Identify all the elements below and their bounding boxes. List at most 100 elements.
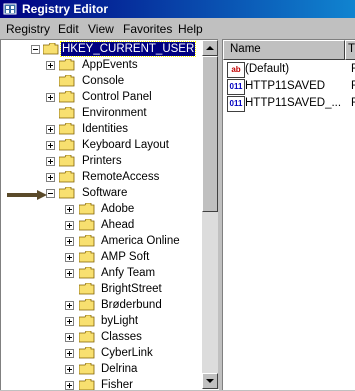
value-name: HTTP11SAVED_... (245, 97, 342, 109)
tree-item-label: Anfy Team (101, 267, 156, 279)
folder-icon (79, 219, 95, 231)
tree-item-label: Keyboard Layout (82, 139, 169, 151)
expand-toggle[interactable] (65, 333, 74, 342)
tree-item-label: Classes (101, 331, 142, 343)
tree-item-brightstreet[interactable]: BrightStreet (1, 281, 201, 297)
tree-item-cyberlink[interactable]: CyberLink (1, 345, 201, 361)
tree-item-label: Printers (82, 155, 122, 167)
collapse-toggle[interactable] (46, 189, 55, 198)
tree-item-label: Delrina (101, 363, 138, 375)
expand-toggle[interactable] (65, 301, 74, 310)
expand-toggle[interactable] (46, 125, 55, 134)
annotation-arrow-icon (7, 190, 47, 200)
open-folder-icon (59, 187, 75, 199)
scroll-down-button[interactable] (202, 373, 218, 389)
tree-item-amp-soft[interactable]: AMP Soft (1, 249, 201, 265)
folder-icon (59, 107, 75, 119)
expand-toggle[interactable] (65, 349, 74, 358)
tree-item-delrina[interactable]: Delrina (1, 361, 201, 377)
tree-item-label: byLight (101, 315, 139, 327)
tree-item-adobe[interactable]: Adobe (1, 201, 201, 217)
column-header-label: T (348, 43, 355, 55)
collapse-toggle[interactable] (31, 45, 40, 54)
folder-icon (79, 379, 95, 390)
folder-icon (59, 139, 75, 151)
menu-view[interactable]: View (88, 22, 114, 36)
expand-toggle[interactable] (65, 253, 74, 262)
tree-item-identities[interactable]: Identities (1, 121, 201, 137)
tree-item-label: CyberLink (101, 347, 153, 359)
tree-item-label: Console (82, 75, 125, 87)
folder-icon (79, 315, 95, 327)
tree-item-printers[interactable]: Printers (1, 153, 201, 169)
folder-icon (59, 155, 75, 167)
expand-toggle[interactable] (46, 93, 55, 102)
folder-icon (59, 171, 75, 183)
tree-item-appevents[interactable]: AppEvents (1, 57, 201, 73)
value-row[interactable]: 011 HTTP11SAVED F (227, 79, 355, 95)
registry-key-tree[interactable]: HKEY_CURRENT_USER AppEvents Console Cont… (0, 39, 219, 390)
value-row[interactable]: ab (Default) F (227, 62, 355, 78)
tree-vertical-scrollbar[interactable] (202, 40, 218, 389)
value-type: F (351, 63, 355, 75)
scroll-thumb[interactable] (202, 56, 218, 212)
menu-edit[interactable]: Edit (58, 22, 79, 36)
column-header-type[interactable]: T (345, 40, 355, 60)
menu-help[interactable]: Help (178, 22, 203, 36)
tree-item-america-online[interactable]: America Online (1, 233, 201, 249)
expand-toggle[interactable] (46, 157, 55, 166)
window-title: Registry Editor (22, 2, 109, 16)
tree-item-anfy-team[interactable]: Anfy Team (1, 265, 201, 281)
tree-item-remoteaccess[interactable]: RemoteAccess (1, 169, 201, 185)
expand-toggle[interactable] (65, 205, 74, 214)
tree-item-control-panel[interactable]: Control Panel (1, 89, 201, 105)
title-bar: Registry Editor (0, 0, 355, 18)
scroll-up-arrow-icon (206, 46, 214, 50)
string-value-icon: ab (227, 62, 245, 78)
tree-item-hkey-current-user[interactable]: HKEY_CURRENT_USER (1, 41, 201, 57)
value-type: F (351, 97, 355, 109)
tree-item-broderbund[interactable]: Brøderbund (1, 297, 201, 313)
folder-icon (79, 203, 95, 215)
binary-value-icon: 011 (227, 79, 245, 95)
registry-editor-app-icon (3, 3, 17, 15)
values-list[interactable]: Name T ab (Default) F 011 HTTP11SAVED F … (222, 39, 355, 390)
expand-toggle[interactable] (46, 173, 55, 182)
value-row[interactable]: 011 HTTP11SAVED_... F (227, 96, 355, 112)
folder-icon (79, 363, 95, 375)
tree-item-environment[interactable]: Environment (1, 105, 201, 121)
open-folder-icon (43, 43, 59, 55)
tree-item-label: Adobe (101, 203, 135, 215)
folder-icon (59, 75, 75, 87)
tree-item-fisher[interactable]: Fisher (1, 377, 201, 390)
expand-toggle[interactable] (65, 317, 74, 326)
folder-icon (79, 251, 95, 263)
menu-registry[interactable]: Registry (6, 22, 50, 36)
tree-item-bylight[interactable]: byLight (1, 313, 201, 329)
column-header-label: Name (230, 43, 261, 55)
scroll-up-button[interactable] (202, 40, 218, 56)
column-header-name[interactable]: Name (223, 40, 345, 60)
folder-icon (79, 283, 95, 295)
tree-item-label: HKEY_CURRENT_USER (59, 41, 197, 57)
expand-toggle[interactable] (65, 365, 74, 374)
folder-icon (59, 123, 75, 135)
expand-toggle[interactable] (65, 269, 74, 278)
expand-toggle[interactable] (65, 237, 74, 246)
tree-item-label: RemoteAccess (82, 171, 160, 183)
folder-icon (79, 331, 95, 343)
folder-icon (79, 299, 95, 311)
folder-icon (59, 59, 75, 71)
tree-item-label: Ahead (101, 219, 135, 231)
tree-item-label: Environment (82, 107, 147, 119)
menu-favorites[interactable]: Favorites (123, 22, 172, 36)
tree-item-label: America Online (101, 235, 180, 247)
tree-item-keyboard-layout[interactable]: Keyboard Layout (1, 137, 201, 153)
tree-item-console[interactable]: Console (1, 73, 201, 89)
tree-item-label: Fisher (101, 379, 133, 390)
expand-toggle[interactable] (46, 61, 55, 70)
expand-toggle[interactable] (46, 141, 55, 150)
tree-item-classes[interactable]: Classes (1, 329, 201, 345)
expand-toggle[interactable] (65, 221, 74, 230)
tree-item-ahead[interactable]: Ahead (1, 217, 201, 233)
